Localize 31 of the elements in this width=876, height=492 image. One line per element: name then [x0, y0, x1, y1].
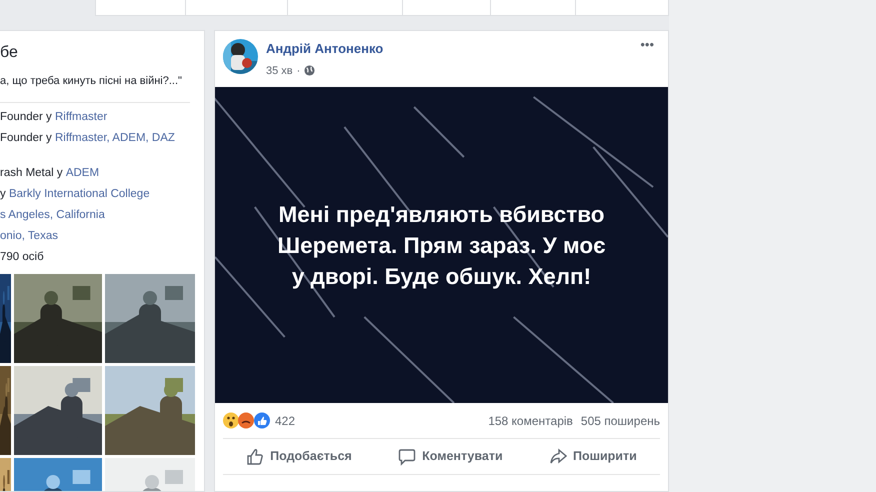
share-button[interactable]: Поширити [544, 445, 641, 468]
post-text-line: Мені пред'являють вбивство [278, 200, 605, 229]
profile-detail-text: у [0, 188, 7, 200]
reaction-icons[interactable] [223, 412, 271, 429]
comment-button[interactable]: Коментувати [394, 445, 507, 468]
quote-text: а, що треба кинуть пісні на війні?..." [0, 73, 190, 102]
profile-link[interactable]: s Angeles, California [0, 208, 105, 220]
profile-link[interactable]: Barkly International College [8, 188, 150, 200]
profile-link[interactable]: onio, Texas [0, 230, 58, 242]
profile-detail-text: rash Metal у [0, 166, 64, 178]
share-arrow-icon [548, 448, 567, 466]
profile-link[interactable]: ADEM [66, 166, 100, 178]
more-button[interactable]: ••• [640, 39, 654, 51]
thumbs-up-icon [246, 448, 264, 466]
reaction-count[interactable]: 422 [275, 412, 296, 430]
section-heading: бе [0, 43, 19, 63]
post-text-line: Шеремета. Прям зараз. У моє [277, 232, 606, 260]
profile-detail-text: Founder у [0, 132, 53, 144]
comment-count[interactable]: 158 коментарів [488, 412, 573, 430]
like-button[interactable]: Подобається [242, 445, 356, 468]
speech-bubble-icon [398, 448, 416, 466]
profile-link[interactable]: Riffmaster, ADEM, DAZ [54, 132, 175, 144]
profile-detail-text: 790 осіб [0, 250, 44, 262]
post-time[interactable]: 35 хв [266, 62, 293, 79]
profile-detail-text: Founder у [0, 110, 53, 122]
author-name[interactable]: Андрій Антоненко [266, 39, 640, 58]
separator-dot: · [296, 64, 300, 78]
profile-link[interactable]: Riffmaster [54, 110, 108, 122]
globe-icon [304, 65, 316, 76]
share-count[interactable]: 505 поширень [580, 412, 660, 430]
post-text-line: у дворі. Буде обшук. Хелп! [292, 262, 592, 291]
